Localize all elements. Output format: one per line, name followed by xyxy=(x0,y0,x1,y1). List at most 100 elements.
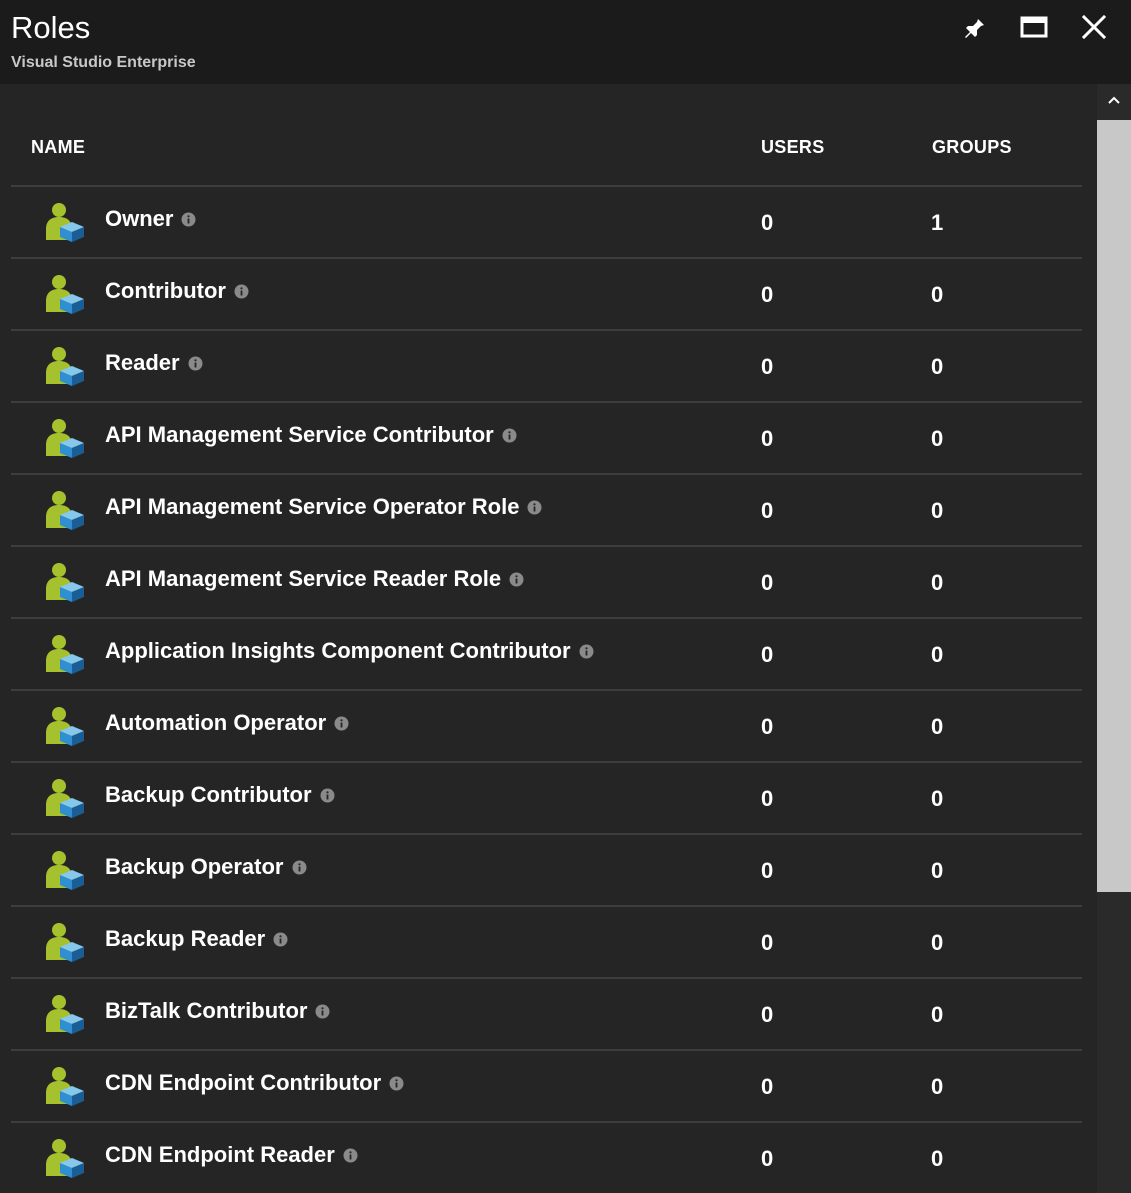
roles-content: NAME USERS GROUPS Owner 0 1 Contributor … xyxy=(3,84,1097,1193)
roles-blade: Roles Visual Studio Enterprise NAME USER… xyxy=(0,0,1131,1193)
users-count: 0 xyxy=(761,1002,774,1027)
role-name[interactable]: Backup Operator xyxy=(105,854,307,880)
role-icon-wrapper xyxy=(42,706,86,746)
table-row[interactable]: API Management Service Contributor 0 0 xyxy=(11,403,1082,475)
column-header-users[interactable]: USERS xyxy=(761,137,825,157)
close-icon xyxy=(1081,14,1107,40)
page-title: Roles xyxy=(11,10,91,45)
info-button[interactable] xyxy=(579,644,594,659)
user-role-icon xyxy=(46,275,84,314)
role-name[interactable]: CDN Endpoint Contributor xyxy=(105,1070,404,1096)
table-body: Owner 0 1 Contributor 0 0 Reader 0 0 API… xyxy=(11,187,1082,1193)
column-header-groups[interactable]: GROUPS xyxy=(932,137,1012,157)
role-name[interactable]: Reader xyxy=(105,350,203,376)
role-name[interactable]: BizTalk Contributor xyxy=(105,998,330,1024)
vertical-scrollbar[interactable] xyxy=(1097,84,1131,1193)
scroll-thumb[interactable] xyxy=(1097,120,1131,892)
close-button[interactable] xyxy=(1077,10,1111,44)
info-button[interactable] xyxy=(343,1148,358,1163)
role-name-label: Owner xyxy=(105,206,174,231)
role-name[interactable]: CDN Endpoint Reader xyxy=(105,1142,358,1168)
user-role-icon xyxy=(46,1067,84,1106)
role-name-label: BizTalk Contributor xyxy=(105,998,308,1023)
user-role-icon xyxy=(46,923,84,962)
table-row[interactable]: Application Insights Component Contribut… xyxy=(11,619,1082,691)
role-name[interactable]: API Management Service Contributor xyxy=(105,422,517,448)
groups-count: 0 xyxy=(931,1002,944,1027)
user-role-icon xyxy=(46,779,84,818)
table-row[interactable]: API Management Service Operator Role 0 0 xyxy=(11,475,1082,547)
role-name[interactable]: Owner xyxy=(105,206,196,232)
user-role-icon xyxy=(46,707,84,746)
pin-button[interactable] xyxy=(957,10,991,44)
users-count: 0 xyxy=(761,930,774,955)
info-button[interactable] xyxy=(315,1004,330,1019)
role-name-label: API Management Service Operator Role xyxy=(105,494,520,519)
info-icon xyxy=(234,284,249,298)
table-row[interactable]: Backup Contributor 0 0 xyxy=(11,763,1082,835)
role-icon-wrapper xyxy=(42,994,86,1034)
role-icon-wrapper xyxy=(42,490,86,530)
info-icon xyxy=(579,644,594,658)
info-button[interactable] xyxy=(509,572,524,587)
page-subtitle: Visual Studio Enterprise xyxy=(11,54,196,71)
role-name[interactable]: Application Insights Component Contribut… xyxy=(105,638,594,664)
header-actions xyxy=(957,10,1111,44)
role-name-label: Backup Operator xyxy=(105,854,284,879)
info-button[interactable] xyxy=(234,284,249,299)
user-role-icon xyxy=(46,563,84,602)
info-button[interactable] xyxy=(334,716,349,731)
role-name[interactable]: Automation Operator xyxy=(105,710,349,736)
table-row[interactable]: Automation Operator 0 0 xyxy=(11,691,1082,763)
users-count: 0 xyxy=(761,1146,774,1171)
table-row[interactable]: Backup Operator 0 0 xyxy=(11,835,1082,907)
groups-count: 0 xyxy=(931,570,944,595)
groups-count: 0 xyxy=(931,1074,944,1099)
info-icon xyxy=(527,500,542,514)
users-count: 0 xyxy=(761,786,774,811)
info-button[interactable] xyxy=(292,860,307,875)
user-role-icon xyxy=(46,635,84,674)
info-button[interactable] xyxy=(527,500,542,515)
info-button[interactable] xyxy=(389,1076,404,1091)
users-count: 0 xyxy=(761,210,774,235)
role-name[interactable]: Backup Contributor xyxy=(105,782,335,808)
role-name[interactable]: Backup Reader xyxy=(105,926,288,952)
table-row[interactable]: API Management Service Reader Role 0 0 xyxy=(11,547,1082,619)
table-row[interactable]: BizTalk Contributor 0 0 xyxy=(11,979,1082,1051)
table-row[interactable]: Owner 0 1 xyxy=(11,187,1082,259)
groups-count: 0 xyxy=(931,498,944,523)
table-row[interactable]: CDN Endpoint Contributor 0 0 xyxy=(11,1051,1082,1123)
users-count: 0 xyxy=(761,282,774,307)
user-role-icon xyxy=(46,995,84,1034)
role-name[interactable]: API Management Service Operator Role xyxy=(105,494,542,520)
info-button[interactable] xyxy=(188,356,203,371)
users-count: 0 xyxy=(761,498,774,523)
table-row[interactable]: Backup Reader 0 0 xyxy=(11,907,1082,979)
role-name-label: API Management Service Contributor xyxy=(105,422,494,447)
info-icon xyxy=(343,1148,358,1162)
role-name[interactable]: API Management Service Reader Role xyxy=(105,566,524,592)
role-icon-wrapper xyxy=(42,1138,86,1178)
groups-count: 0 xyxy=(931,1146,944,1171)
users-count: 0 xyxy=(761,858,774,883)
role-icon-wrapper xyxy=(42,562,86,602)
info-icon xyxy=(334,716,349,730)
column-header-name[interactable]: NAME xyxy=(31,137,85,157)
info-button[interactable] xyxy=(181,212,196,227)
table-row[interactable]: Contributor 0 0 xyxy=(11,259,1082,331)
role-name-label: Backup Reader xyxy=(105,926,266,951)
maximize-button[interactable] xyxy=(1017,10,1051,44)
table-row[interactable]: CDN Endpoint Reader 0 0 xyxy=(11,1123,1082,1193)
info-button[interactable] xyxy=(273,932,288,947)
role-icon-wrapper xyxy=(42,850,86,890)
info-button[interactable] xyxy=(320,788,335,803)
info-button[interactable] xyxy=(502,428,517,443)
info-icon xyxy=(320,788,335,802)
groups-count: 0 xyxy=(931,426,944,451)
role-name[interactable]: Contributor xyxy=(105,278,249,304)
table-row[interactable]: Reader 0 0 xyxy=(11,331,1082,403)
scroll-up-button[interactable] xyxy=(1097,84,1131,118)
users-count: 0 xyxy=(761,714,774,739)
groups-count: 1 xyxy=(931,210,944,235)
